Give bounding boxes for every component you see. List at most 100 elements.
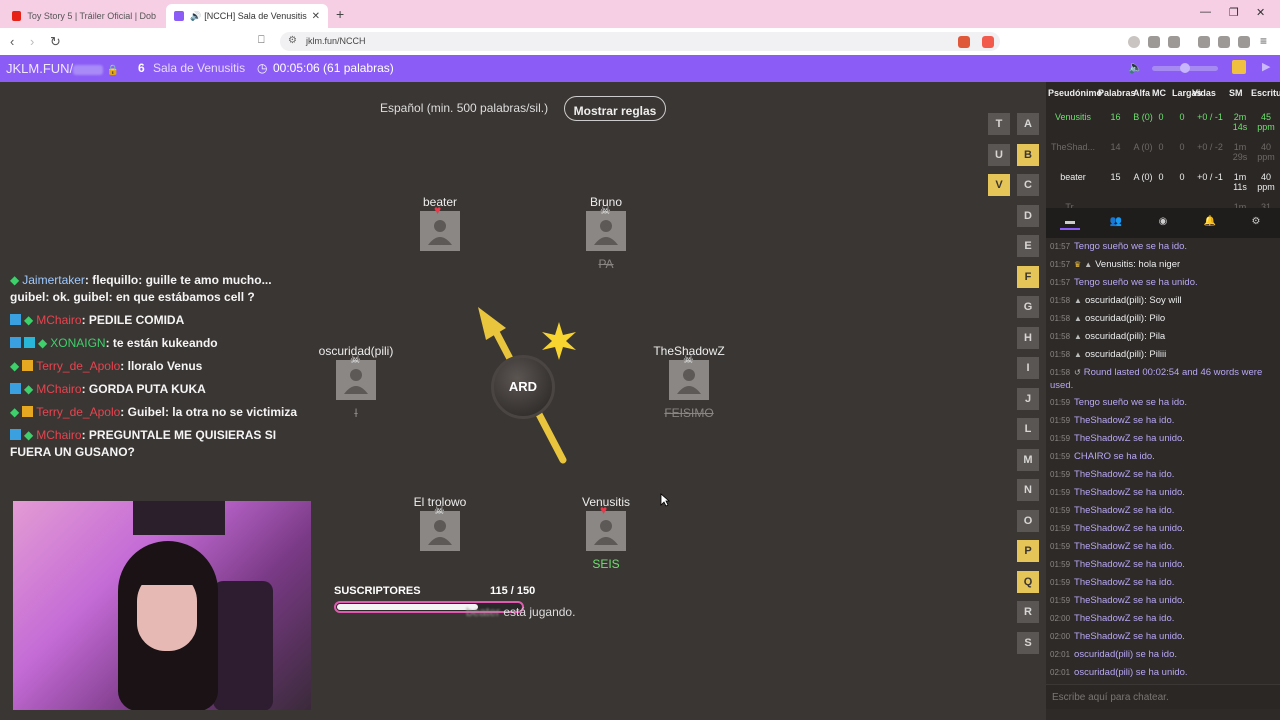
gem-icon: ◆ xyxy=(10,405,20,419)
scoreboard-header[interactable]: Palabras xyxy=(1098,88,1136,98)
scoreboard-header[interactable]: Pseudónimo xyxy=(1048,88,1102,98)
tab-title: Toy Story 5 | Tráiler Oficial | Doblado xyxy=(27,11,156,21)
scoreboard-cell: 1m 29s xyxy=(1232,142,1248,162)
gem-icon: ◆ xyxy=(24,382,34,396)
brave-shield-icon[interactable] xyxy=(958,36,970,48)
volume-knob[interactable] xyxy=(1180,63,1190,73)
collapse-panel-icon[interactable]: ▶ xyxy=(1262,60,1270,73)
scoreboard-header[interactable]: SM xyxy=(1229,88,1243,98)
scoreboard-cell: A (0) xyxy=(1133,142,1153,152)
chat-text: : te están kukeando xyxy=(105,336,218,350)
log-timestamp: 01:59 xyxy=(1050,578,1071,587)
log-timestamp: 01:59 xyxy=(1050,434,1071,443)
log-timestamp: 01:58 xyxy=(1050,368,1071,377)
sidebar-icon[interactable] xyxy=(1168,36,1180,48)
reload-icon[interactable]: ↻ xyxy=(50,34,61,50)
close-tab-icon[interactable]: ✕ xyxy=(312,11,320,22)
chat-log-line: 01:59 TheShadowZ se ha ido. xyxy=(1050,538,1276,556)
scoreboard-cell: 0 xyxy=(1158,142,1164,152)
badge-icon xyxy=(10,429,21,440)
crown-icon[interactable] xyxy=(1232,60,1246,74)
chat-log-line: 01:59 TheShadowZ se ha unido. xyxy=(1050,592,1276,610)
chat-log-line: 01:57 Tengo sueño we se ha unido. xyxy=(1050,274,1276,292)
letter-q: Q xyxy=(1017,570,1039,593)
show-rules-button[interactable]: Mostrar reglas xyxy=(564,96,666,121)
bookmark-icon[interactable]: ⎕ xyxy=(258,34,265,47)
avatar: ♥ xyxy=(586,503,626,551)
heart-icon: ♥ xyxy=(434,203,442,217)
forward-icon[interactable]: › xyxy=(30,34,34,49)
letter-j: J xyxy=(1017,387,1039,410)
site-brand[interactable]: JKLM.FUN/ 🔒 xyxy=(6,61,119,76)
log-user[interactable]: oscuridad(pili): xyxy=(1085,313,1147,324)
restore-icon[interactable]: ❐ xyxy=(1229,6,1239,19)
chat-user: MChairo xyxy=(36,428,82,442)
scoreboard-header[interactable]: Vidas xyxy=(1192,88,1216,98)
log-text: Pilo xyxy=(1146,313,1166,324)
scoreboard-header[interactable]: Alfa xyxy=(1133,88,1150,98)
log-text: TheShadowZ se ha unido. xyxy=(1074,595,1185,606)
scoreboard-row: TheShad... 14 A (0) 0 0 +0 / -2 1m 29s 40 ppm xyxy=(1046,134,1280,164)
log-user[interactable]: Venusitis: xyxy=(1095,259,1136,270)
minimize-icon[interactable]: — xyxy=(1200,6,1211,18)
chat-log-line: 01:59 Tengo sueño we se ha ido. xyxy=(1050,394,1276,412)
letter-n: N xyxy=(1017,479,1039,501)
scoreboard-cell: +0 / -1 xyxy=(1197,172,1223,182)
url-bar[interactable]: ⚙ jklm.fun/NCCH xyxy=(280,32,1000,51)
back-icon[interactable]: ‹ xyxy=(10,34,14,49)
skull-icon: ☠ xyxy=(683,352,694,366)
log-text: oscuridad(pili) se ha unido. xyxy=(1074,667,1188,678)
menu-icon[interactable]: ≡ xyxy=(1260,34,1267,48)
browser-tab-jklm[interactable]: 🔊 [NCCH] Sala de Venusitis ✕ xyxy=(166,4,328,28)
wallet-icon[interactable] xyxy=(1218,36,1230,48)
scoreboard-cell: 0 xyxy=(1179,112,1185,122)
game-tab-icon[interactable]: ◉ xyxy=(1153,216,1173,230)
log-text: TheShadowZ se ha unido. xyxy=(1074,487,1185,498)
close-window-icon[interactable]: ✕ xyxy=(1256,6,1265,19)
log-timestamp: 02:00 xyxy=(1050,614,1071,623)
log-timestamp: 01:59 xyxy=(1050,452,1071,461)
log-timestamp: 01:59 xyxy=(1050,542,1071,551)
chat-input[interactable]: Escribe aquí para chatear. xyxy=(1046,684,1280,709)
bell-tab-icon[interactable]: 🔔 xyxy=(1200,216,1220,230)
log-user[interactable]: oscuridad(pili): xyxy=(1085,331,1147,342)
log-text: Tengo sueño we se ha ido. xyxy=(1074,241,1188,252)
badge-icon xyxy=(10,314,21,325)
gem-icon: ◆ xyxy=(24,428,34,442)
scoreboard-header[interactable]: MC xyxy=(1152,88,1166,98)
letter-p: P xyxy=(1017,540,1039,562)
log-text: TheShadowZ se ha ido. xyxy=(1074,541,1175,552)
log-user[interactable]: oscuridad(pili): xyxy=(1085,349,1147,360)
chat-log-line: 01:59 CHAIRO se ha ido. xyxy=(1050,448,1276,466)
volume-icon[interactable]: 🔈 xyxy=(1128,60,1143,74)
badge-icon xyxy=(10,383,21,394)
leo-icon[interactable] xyxy=(1238,36,1250,48)
players-tab-icon[interactable]: 👥 xyxy=(1106,216,1126,230)
letter-g: G xyxy=(1017,296,1039,318)
media-icon[interactable] xyxy=(1198,36,1210,48)
browser-tab-bar: Toy Story 5 | Tráiler Oficial | Doblado … xyxy=(0,0,1280,28)
gem-icon: ◆ xyxy=(10,359,20,373)
user-icon: ▲ xyxy=(1084,260,1093,269)
rewards-icon[interactable] xyxy=(982,36,994,48)
skull-icon: ☠ xyxy=(350,352,361,366)
chat-tab-icon[interactable]: ▬ xyxy=(1060,216,1080,230)
extension-icon[interactable] xyxy=(1128,36,1140,48)
browser-tab-youtube[interactable]: Toy Story 5 | Tráiler Oficial | Doblado xyxy=(4,4,164,28)
letter-u: U xyxy=(988,143,1010,166)
chat-text: : PEDILE COMIDA xyxy=(81,313,185,327)
site-info-icon[interactable]: ⚙ xyxy=(288,35,297,46)
puzzle-icon[interactable] xyxy=(1148,36,1160,48)
letter-a: A xyxy=(1017,113,1039,135)
log-text: TheShadowZ se ha ido. xyxy=(1074,469,1175,480)
new-tab-button[interactable]: + xyxy=(336,6,344,22)
log-user[interactable]: oscuridad(pili): xyxy=(1085,295,1147,306)
badge-icon xyxy=(24,337,35,348)
settings-tab-icon[interactable]: ⚙ xyxy=(1246,216,1266,230)
volume-slider[interactable] xyxy=(1152,63,1218,73)
scoreboard-header[interactable]: Escritura xyxy=(1251,88,1280,98)
letter-h: H xyxy=(1017,326,1039,349)
avatar: ☠ xyxy=(669,352,709,400)
letter-i: I xyxy=(1017,357,1039,379)
scoreboard-cell: 0 xyxy=(1179,172,1185,182)
